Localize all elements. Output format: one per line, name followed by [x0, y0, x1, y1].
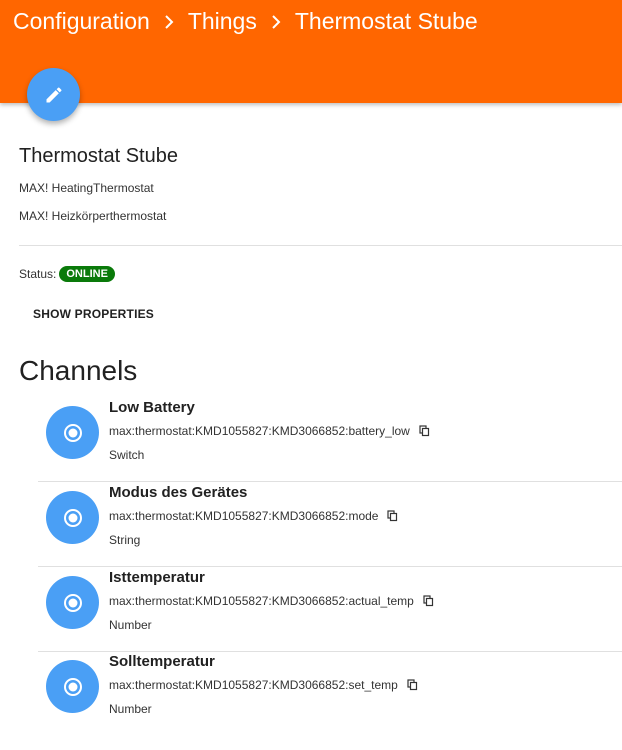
channel-uid: max:thermostat:KMD1055827:KMD3066852:bat…	[109, 424, 410, 438]
radio-button-icon	[63, 423, 82, 442]
channel-uid-row: max:thermostat:KMD1055827:KMD3066852:act…	[109, 594, 434, 608]
channel-item: Low Battery max:thermostat:KMD1055827:KM…	[38, 397, 622, 482]
channel-type: Switch	[109, 448, 145, 462]
thing-title: Thermostat Stube	[19, 145, 178, 167]
channel-name[interactable]: Low Battery	[109, 399, 195, 416]
channel-uid: max:thermostat:KMD1055827:KMD3066852:mod…	[109, 509, 379, 523]
chevron-right-icon	[270, 14, 282, 29]
channel-name[interactable]: Solltemperatur	[109, 653, 215, 670]
channel-uid: max:thermostat:KMD1055827:KMD3066852:set…	[109, 678, 398, 692]
chevron-right-icon	[163, 14, 175, 29]
breadcrumb-things[interactable]: Things	[188, 8, 257, 35]
breadcrumb-configuration[interactable]: Configuration	[13, 8, 150, 35]
breadcrumb-current: Thermostat Stube	[294, 8, 478, 34]
pencil-icon	[44, 85, 64, 105]
channel-item: Modus des Gerätes max:thermostat:KMD1055…	[38, 482, 622, 567]
edit-button[interactable]	[27, 68, 80, 121]
radio-button-icon	[63, 508, 82, 527]
thing-type-uid: MAX! HeatingThermostat	[19, 181, 154, 195]
channel-type: Number	[109, 618, 152, 632]
channel-name[interactable]: Modus des Gerätes	[109, 484, 247, 501]
copy-icon[interactable]	[387, 510, 398, 522]
breadcrumb: Configuration Things Thermostat Stube	[13, 8, 478, 35]
status-row: Status: ONLINE	[19, 266, 115, 282]
channel-type: String	[109, 533, 141, 547]
show-properties-button[interactable]: SHOW PROPERTIES	[33, 307, 154, 321]
channel-icon[interactable]	[46, 406, 99, 459]
channel-uid-row: max:thermostat:KMD1055827:KMD3066852:bat…	[109, 424, 430, 438]
copy-icon[interactable]	[407, 679, 418, 691]
channel-uid: max:thermostat:KMD1055827:KMD3066852:act…	[109, 594, 414, 608]
channels-heading: Channels	[19, 355, 138, 386]
channel-icon[interactable]	[46, 660, 99, 713]
channel-icon[interactable]	[46, 491, 99, 544]
app-header: Configuration Things Thermostat Stube	[0, 0, 622, 103]
radio-button-icon	[63, 593, 82, 612]
channel-icon[interactable]	[46, 576, 99, 629]
thing-label: MAX! Heizkörperthermostat	[19, 209, 167, 223]
channel-name[interactable]: Isttemperatur	[109, 569, 205, 586]
channel-uid-row: max:thermostat:KMD1055827:KMD3066852:set…	[109, 678, 418, 692]
divider	[19, 245, 622, 246]
channel-uid-row: max:thermostat:KMD1055827:KMD3066852:mod…	[109, 509, 398, 523]
channel-item: Solltemperatur max:thermostat:KMD1055827…	[38, 651, 622, 735]
channel-type: Number	[109, 702, 152, 716]
status-badge: ONLINE	[59, 266, 115, 282]
radio-button-icon	[63, 677, 82, 696]
copy-icon[interactable]	[419, 425, 430, 437]
channel-item: Isttemperatur max:thermostat:KMD1055827:…	[38, 567, 622, 652]
status-label: Status:	[19, 267, 57, 281]
copy-icon[interactable]	[423, 595, 434, 607]
